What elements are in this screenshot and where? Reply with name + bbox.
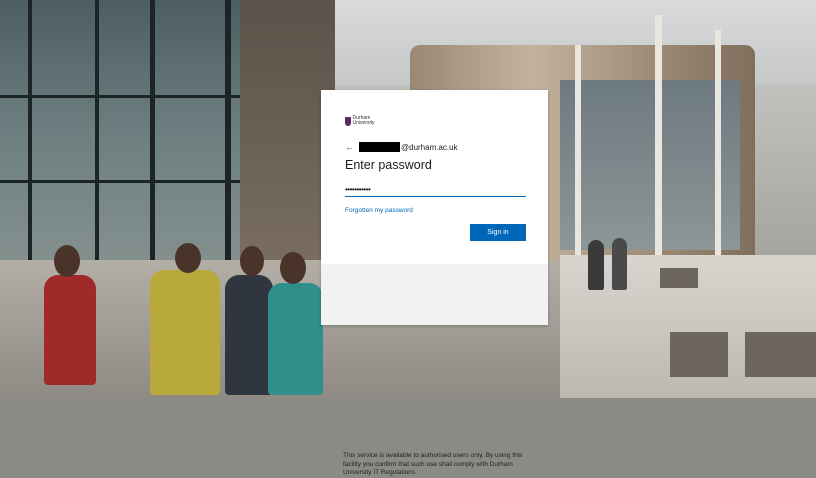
rotunda-glass <box>560 80 740 250</box>
bench <box>670 332 728 377</box>
login-card: Durham University ← @durham.ac.uk Enter … <box>321 90 548 476</box>
pedestrian <box>588 240 604 290</box>
window-mullion <box>225 0 231 300</box>
student <box>268 283 323 395</box>
password-field-wrapper <box>345 179 526 198</box>
window-transom <box>0 95 240 98</box>
student <box>225 275 273 395</box>
identity-banner: ← @durham.ac.uk <box>345 141 458 153</box>
student <box>150 270 220 395</box>
durham-crest-icon <box>345 116 351 126</box>
window-mullion <box>150 0 155 300</box>
facade-column <box>575 45 581 260</box>
student-head <box>175 243 201 273</box>
bench <box>660 268 698 288</box>
facade-column <box>715 30 721 260</box>
student-head <box>54 245 80 277</box>
sign-in-button[interactable]: Sign in <box>470 224 526 241</box>
redacted-username <box>359 142 400 152</box>
usage-notice: This service is available to authorised … <box>343 452 523 476</box>
notice-panel: This service is available to authorised … <box>321 264 548 476</box>
bench <box>745 332 816 377</box>
window-mullion <box>28 0 32 300</box>
facade-column <box>655 15 662 265</box>
student-head <box>240 246 264 276</box>
window-mullion <box>95 0 99 300</box>
glass-facade <box>0 0 240 300</box>
login-form: Durham University ← @durham.ac.uk Enter … <box>321 90 548 264</box>
page-title: Enter password <box>345 158 432 172</box>
student <box>44 275 96 385</box>
window-transom <box>0 180 240 183</box>
pedestrian <box>612 238 627 290</box>
durham-logo: Durham University <box>345 116 385 126</box>
back-arrow-icon[interactable]: ← <box>345 142 354 152</box>
student-head <box>280 252 306 284</box>
logo-text: Durham University <box>352 115 375 126</box>
email-domain: @durham.ac.uk <box>401 142 458 152</box>
password-field[interactable] <box>345 181 526 198</box>
forgot-password-link[interactable]: Forgotten my password <box>345 207 413 214</box>
